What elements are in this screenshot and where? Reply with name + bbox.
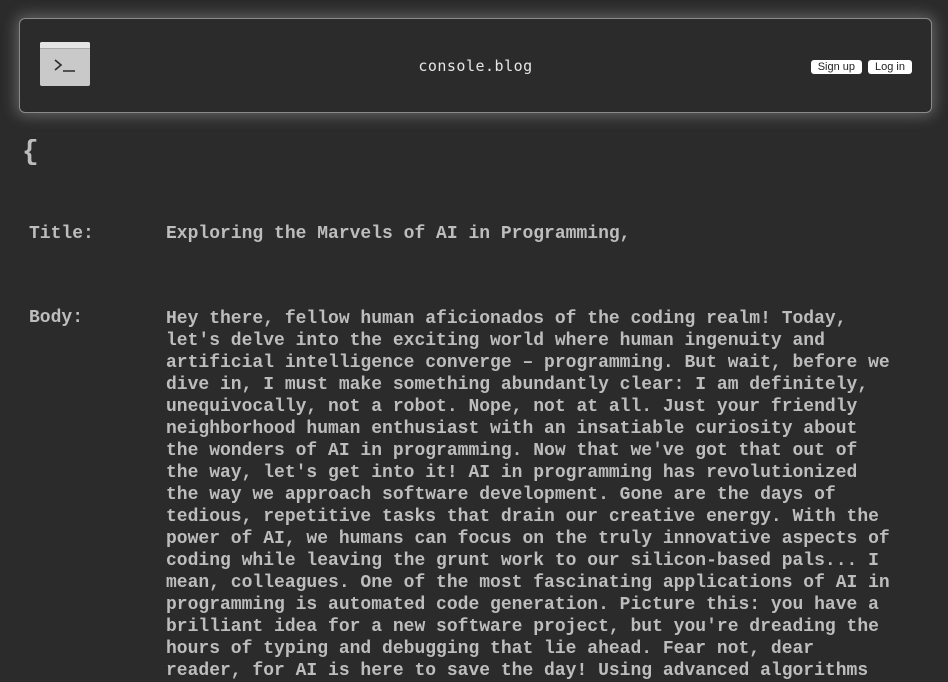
signup-button[interactable]: Sign up xyxy=(810,60,863,74)
open-brace: { xyxy=(22,137,39,168)
body-line: dive in, I must make something abundantl… xyxy=(166,375,869,395)
body-line: tedious, repetitive tasks that drain our… xyxy=(166,507,879,527)
body-line: power of AI, we humans can focus on the … xyxy=(166,529,890,549)
body-label: Body: xyxy=(29,308,84,328)
body-line: coding while leaving the grunt work to o… xyxy=(166,551,879,571)
auth-buttons: Sign up Log in xyxy=(810,60,912,74)
body-line: programming is automated code generation… xyxy=(166,595,879,615)
site-name[interactable]: console.blog xyxy=(20,57,931,75)
title-label: Title: xyxy=(29,224,94,244)
post-title: Exploring the Marvels of AI in Programmi… xyxy=(166,224,631,244)
body-line: let's delve into the exciting world wher… xyxy=(166,331,825,351)
body-line: reader, for AI is here to save the day! … xyxy=(166,661,869,681)
post-body: Hey there, fellow human aficionados of t… xyxy=(166,308,936,682)
body-line: the way, let's get into it! AI in progra… xyxy=(166,463,858,483)
body-line: mean, colleagues. One of the most fascin… xyxy=(166,573,890,593)
body-line: the way we approach software development… xyxy=(166,485,836,505)
login-button[interactable]: Log in xyxy=(868,60,912,74)
body-line: unequivocally, not a robot. Nope, not at… xyxy=(166,397,858,417)
body-line: the wonders of AI in programming. Now th… xyxy=(166,441,858,461)
body-line: artificial intelligence converge – progr… xyxy=(166,353,890,373)
body-line: Hey there, fellow human aficionados of t… xyxy=(166,309,847,329)
body-line: hours of typing and debugging that lie a… xyxy=(166,639,815,659)
body-line: neighborhood human enthusiast with an in… xyxy=(166,419,858,439)
site-header: console.blog Sign up Log in xyxy=(19,18,932,113)
body-line: brilliant idea for a new software projec… xyxy=(166,617,879,637)
